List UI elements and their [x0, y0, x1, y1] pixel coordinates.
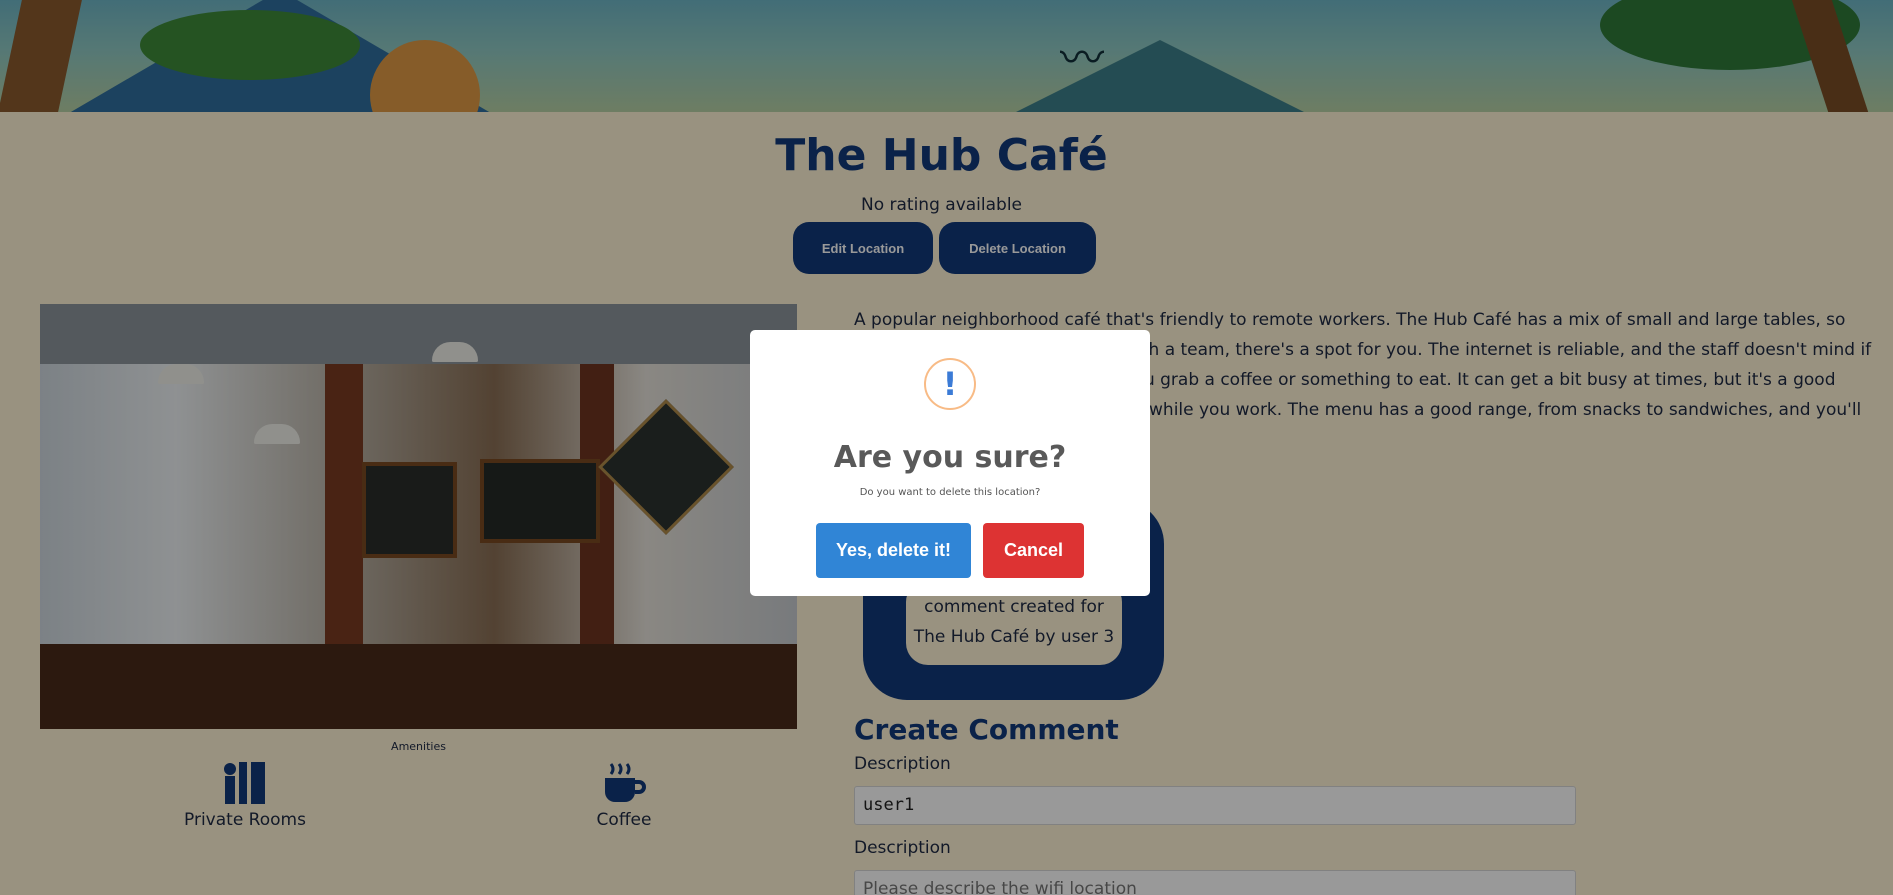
dialog-text: Do you want to delete this location? — [859, 487, 1041, 498]
confirm-delete-button[interactable]: Yes, delete it! — [816, 523, 971, 578]
cancel-button[interactable]: Cancel — [983, 523, 1084, 578]
warning-icon: ! — [924, 358, 976, 410]
dialog-title: Are you sure? — [833, 440, 1067, 475]
confirm-delete-dialog: ! Are you sure? Do you want to delete th… — [750, 330, 1150, 596]
dialog-actions: Yes, delete it! Cancel — [816, 523, 1084, 578]
